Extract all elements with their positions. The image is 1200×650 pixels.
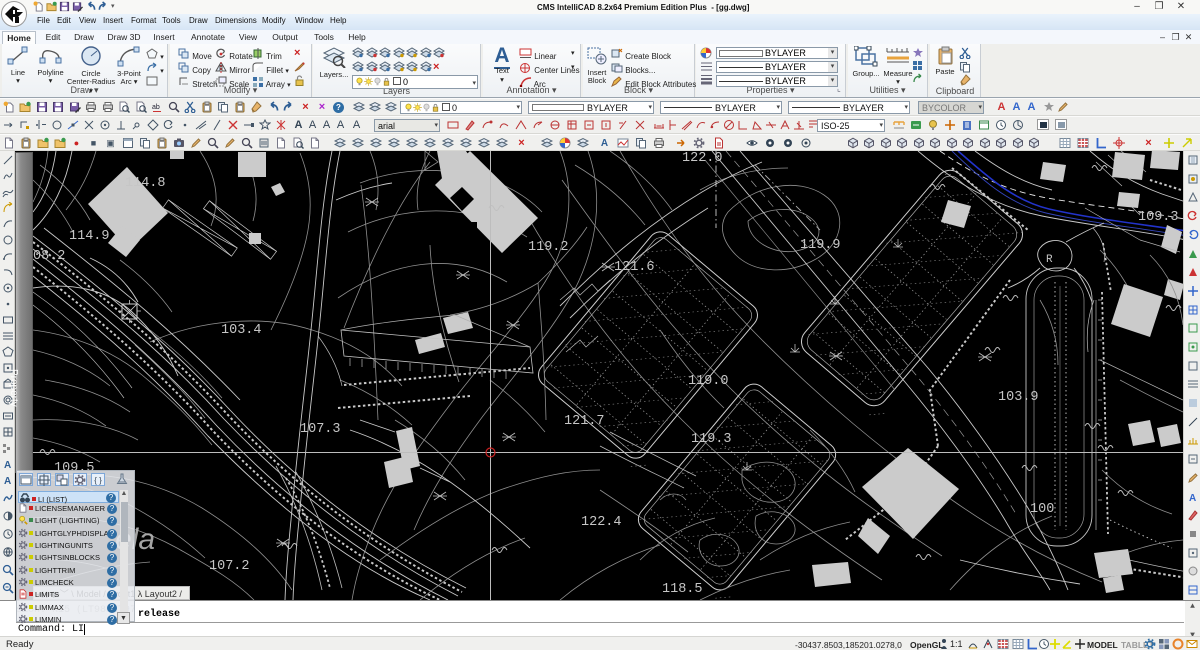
svg-text:119.3: 119.3 bbox=[691, 432, 732, 447]
svg-text:122.4: 122.4 bbox=[581, 515, 622, 530]
svg-text:A: A bbox=[4, 460, 11, 470]
svg-text:118.5: 118.5 bbox=[662, 582, 703, 597]
svg-text:08.2: 08.2 bbox=[33, 249, 65, 264]
svg-text:119.2: 119.2 bbox=[528, 240, 569, 255]
svg-text:107.3: 107.3 bbox=[300, 422, 341, 437]
svg-text:103.4: 103.4 bbox=[221, 323, 262, 338]
svg-text:109.3: 109.3 bbox=[1138, 210, 1179, 225]
svg-text:114.9: 114.9 bbox=[69, 229, 110, 244]
svg-text:103.9: 103.9 bbox=[998, 390, 1039, 405]
svg-text:A: A bbox=[1189, 493, 1196, 503]
svg-text:121.6: 121.6 bbox=[614, 260, 655, 275]
svg-text:107.2: 107.2 bbox=[209, 559, 250, 574]
svg-text:122.0: 122.0 bbox=[682, 151, 723, 166]
svg-text:114.8: 114.8 bbox=[125, 176, 166, 191]
svg-text:A: A bbox=[4, 476, 11, 486]
svg-text:ab: ab bbox=[152, 104, 160, 111]
svg-text:119.0: 119.0 bbox=[688, 374, 729, 389]
svg-text:100: 100 bbox=[1030, 502, 1054, 517]
svg-text:R: R bbox=[1046, 254, 1053, 266]
svg-text:121.7: 121.7 bbox=[564, 414, 605, 429]
svg-text:119.9: 119.9 bbox=[800, 238, 841, 253]
